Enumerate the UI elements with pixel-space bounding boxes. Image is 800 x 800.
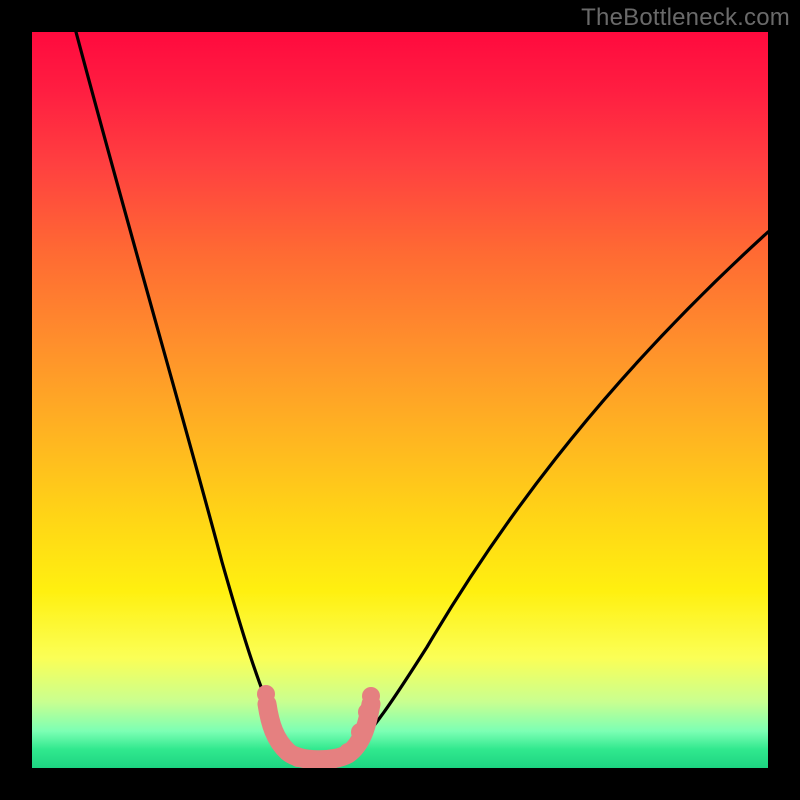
chart-svg: [32, 32, 768, 768]
curve-left-branch: [76, 32, 292, 752]
watermark-label: TheBottleneck.com: [581, 4, 790, 32]
chart-frame: TheBottleneck.com: [0, 0, 800, 800]
chart-plot-area: [32, 32, 768, 768]
curve-right-branch: [350, 232, 768, 752]
valley-markers: [257, 685, 380, 768]
